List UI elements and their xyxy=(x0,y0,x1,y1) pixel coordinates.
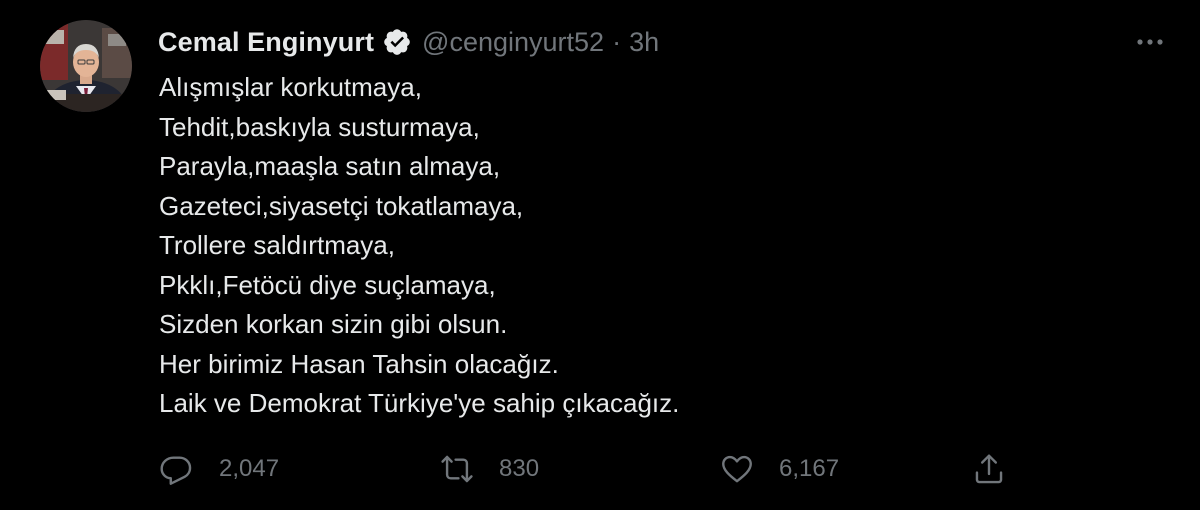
retweet-count: 830 xyxy=(499,455,540,482)
share-button[interactable] xyxy=(972,446,1006,492)
retweet-icon xyxy=(440,452,474,486)
tweet-line: Pkklı,Fetöcü diye suçlamaya, xyxy=(159,269,496,300)
share-icon xyxy=(972,452,1006,486)
tweet-line: Laik ve Demokrat Türkiye'ye sahip çıkaca… xyxy=(159,388,680,418)
tweet-line: Sizden korkan sizin gibi olsun. xyxy=(159,309,508,339)
profile-photo-icon xyxy=(40,20,132,112)
tweet-line: Trollere saldırtmaya, xyxy=(159,230,395,260)
avatar[interactable] xyxy=(40,20,132,112)
separator-dot: · xyxy=(612,26,622,57)
reply-button[interactable]: 2,047 xyxy=(160,446,279,492)
more-icon xyxy=(1137,39,1163,45)
display-name[interactable]: Cemal Enginyurt xyxy=(158,27,374,58)
retweet-button[interactable]: 830 xyxy=(440,446,539,492)
like-count: 6,167 xyxy=(779,455,840,482)
like-icon xyxy=(720,452,754,486)
tweet-line: Alışmışlar korkutmaya, xyxy=(159,72,422,102)
tweet-actions: 2,047 830 6,167 xyxy=(160,446,1040,492)
more-options-button[interactable] xyxy=(1130,28,1170,56)
timestamp[interactable]: 3h xyxy=(629,27,659,58)
user-handle[interactable]: @cenginyurt52 xyxy=(422,27,604,58)
tweet-line: Tehdit,baskıyla susturmaya, xyxy=(159,111,480,142)
like-button[interactable]: 6,167 xyxy=(720,446,839,492)
tweet-line: Parayla,maaşla satın almaya, xyxy=(159,151,501,181)
tweet-header: Cemal Enginyurt @cenginyurt52 · 3h xyxy=(158,22,659,62)
tweet-line: Her birimiz Hasan Tahsin olacağız. xyxy=(159,348,559,379)
tweet-line: Gazeteci,siyasetçi tokatlamaya, xyxy=(159,190,524,221)
reply-count: 2,047 xyxy=(219,455,280,482)
reply-icon xyxy=(160,452,194,486)
verified-badge-icon xyxy=(382,27,412,57)
tweet-card: Cemal Enginyurt @cenginyurt52 · 3h Alışm… xyxy=(0,0,1200,510)
tweet-text: Alışmışlar korkutmaya, Tehdit,baskıyla s… xyxy=(159,68,679,424)
